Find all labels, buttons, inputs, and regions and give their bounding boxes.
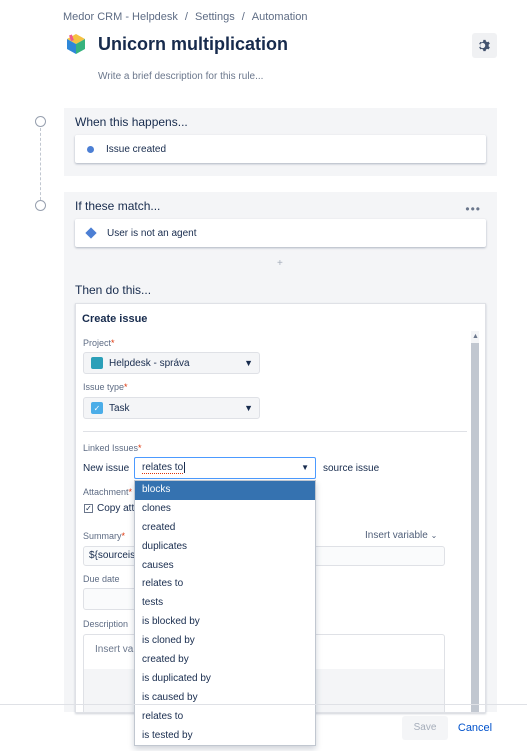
scroll-up-icon[interactable]: ▲ xyxy=(472,333,479,340)
rule-description-field[interactable]: Write a brief description for this rule.… xyxy=(98,71,263,82)
linked-issues-label: Linked Issues* xyxy=(83,443,142,453)
source-issue-text: source issue xyxy=(323,463,380,474)
breadcrumb-item-project[interactable]: Medor CRM - Helpdesk xyxy=(63,11,178,23)
chevron-down-icon: ▼ xyxy=(244,358,253,368)
link-type-combobox[interactable]: relates to ▼ xyxy=(134,457,316,479)
timeline-node-condition xyxy=(35,200,46,211)
link-type-dropdown: blocks clones created duplicates causes relat… xyxy=(134,480,316,746)
copy-attachments-checkbox[interactable]: ✓ xyxy=(84,504,93,513)
summary-value: ${sourceiss xyxy=(89,550,141,561)
form-title: Create issue xyxy=(82,313,148,325)
timeline-connector xyxy=(40,128,41,200)
link-type-option[interactable]: tests xyxy=(135,594,315,613)
rule-icon xyxy=(67,34,85,54)
link-type-option[interactable]: relates to xyxy=(135,708,315,727)
more-options-icon[interactable]: ••• xyxy=(465,202,481,216)
breadcrumb-separator: / xyxy=(241,11,245,23)
new-issue-text: New issue xyxy=(83,463,130,474)
gear-icon xyxy=(479,39,490,52)
breadcrumb-separator: / xyxy=(184,11,188,23)
link-type-option[interactable]: created xyxy=(135,519,315,538)
link-type-option[interactable]: is duplicated by xyxy=(135,670,315,689)
project-label: Project* xyxy=(83,338,115,348)
chevron-down-icon: ⌄ xyxy=(430,531,438,540)
insert-variable-button[interactable]: Insert variable ⌄ xyxy=(365,530,437,541)
trigger-section: When this happens... Issue created xyxy=(64,108,497,176)
trigger-dot-icon xyxy=(87,145,94,153)
scroll-thumb[interactable] xyxy=(471,343,479,712)
attachment-label: Attachment* xyxy=(83,487,133,497)
task-icon: ✓ xyxy=(91,402,103,414)
project-select[interactable]: Helpdesk - správa ▼ xyxy=(83,352,260,374)
condition-card[interactable]: User is not an agent xyxy=(75,219,486,247)
condition-diamond-icon xyxy=(85,227,97,239)
link-type-option[interactable]: blocks xyxy=(135,481,315,500)
save-button[interactable]: Save xyxy=(402,716,448,740)
link-type-option[interactable]: causes xyxy=(135,557,315,576)
breadcrumb: Medor CRM - Helpdesk / Settings / Automation xyxy=(63,11,307,23)
link-type-option[interactable]: relates to xyxy=(135,575,315,594)
description-label: Description xyxy=(83,619,129,629)
link-type-option[interactable]: created by xyxy=(135,651,315,670)
due-date-label: Due date xyxy=(83,574,120,584)
section-divider xyxy=(83,431,467,432)
form-scrollbar[interactable]: ▲ xyxy=(471,331,479,712)
condition-label: User is not an agent xyxy=(107,227,197,239)
link-type-value: relates to xyxy=(142,462,184,474)
description-placeholder: Insert var xyxy=(95,644,137,655)
summary-label: Summary* xyxy=(83,531,126,541)
link-type-option[interactable]: clones xyxy=(135,500,315,519)
rule-title[interactable]: Unicorn multiplication xyxy=(98,34,288,55)
copy-attachments-label: Copy att xyxy=(97,503,135,514)
link-type-option[interactable]: is cloned by xyxy=(135,632,315,651)
action-heading: Then do this... xyxy=(75,283,152,297)
trigger-label: Issue created xyxy=(106,143,167,155)
link-type-option[interactable]: is blocked by xyxy=(135,613,315,632)
breadcrumb-item-settings[interactable]: Settings xyxy=(195,11,235,23)
project-icon xyxy=(91,357,103,369)
dropdown-arrow-icon[interactable]: ▼ xyxy=(301,458,309,478)
text-cursor xyxy=(184,461,186,473)
issue-type-label: Issue type* xyxy=(83,382,128,392)
project-value: Helpdesk - správa xyxy=(109,357,190,369)
link-type-option[interactable]: duplicates xyxy=(135,538,315,557)
condition-heading: If these match... xyxy=(75,199,161,213)
issue-type-select[interactable]: ✓ Task ▼ xyxy=(83,397,260,419)
breadcrumb-item-automation[interactable]: Automation xyxy=(252,11,308,23)
add-component-button[interactable]: + xyxy=(277,258,283,269)
trigger-card[interactable]: Issue created xyxy=(75,135,486,163)
trigger-heading: When this happens... xyxy=(75,115,188,129)
issue-type-value: Task xyxy=(109,402,130,414)
footer-divider xyxy=(0,704,527,705)
link-type-option[interactable]: is tested by xyxy=(135,727,315,746)
chevron-down-icon: ▼ xyxy=(244,403,253,413)
cancel-button[interactable]: Cancel xyxy=(452,716,498,740)
rule-settings-button[interactable] xyxy=(472,33,497,58)
timeline-node-trigger xyxy=(35,116,46,127)
